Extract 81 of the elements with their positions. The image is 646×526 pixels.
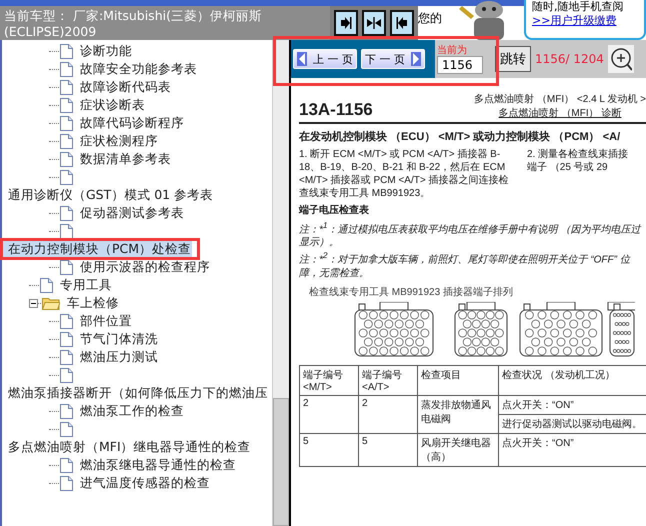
table-cell: 5 [300, 433, 358, 466]
document-icon [60, 98, 73, 112]
tree-item[interactable]: 促动器测试参考表 [79, 205, 185, 221]
arrow-to-bar-icon [396, 16, 408, 30]
car-model-label: 当前车型： 厂家:Mitsubishi(三菱）伊柯丽斯(ECLIPSE)2009 [0, 6, 330, 40]
tree-item[interactable]: 燃油泵插接器断开（如何降低压力下的燃油压 [2, 385, 269, 401]
upgrade-link[interactable]: >>用户升级缴费 [532, 14, 616, 28]
document-icon [60, 152, 73, 166]
tree-item[interactable]: 多点燃油喷射（MFI）继电器导通性的检查 [2, 439, 252, 455]
go-button[interactable]: 跳转 [495, 46, 531, 72]
column-header: 检查状况 （发动机工况） [498, 365, 646, 396]
document-icon [60, 350, 73, 364]
arrows-inward-icon [367, 16, 381, 30]
document-icon [60, 116, 73, 130]
document-icon [60, 404, 73, 418]
step-text: 1. 断开 ECM <M/T> 或 PCM <A/T> 插接器 B-18、B-19、B-20、B-21 和 B-22，然后在 ECM <M/T> 插接器或 PCM <A/T> 插接器之间连接检查线束专用工具 MB991923。 [299, 148, 510, 200]
tree-item[interactable]: 诊断功能 [79, 43, 133, 59]
tree-item[interactable]: 车上检修 [66, 295, 120, 311]
collapse-icon[interactable] [29, 298, 38, 308]
right-arrow-icon [411, 52, 421, 66]
page-number-field[interactable]: 1156 [437, 56, 483, 74]
subsection-title: 多点燃油喷射 （MFI） 诊断 [498, 106, 622, 120]
document-icon [60, 332, 73, 346]
section-title: 多点燃油喷射 （MFI） <2.4 L 发动机 > [474, 92, 646, 106]
column-header: 检查项目 [418, 365, 498, 396]
document-icon [60, 206, 73, 220]
document-icon [60, 134, 73, 148]
table-title: 端子电压检查表 [299, 204, 370, 217]
layout-button[interactable] [334, 10, 358, 36]
scrollbar[interactable] [272, 40, 289, 526]
tree-item[interactable]: 故障诊断代码表 [79, 79, 172, 95]
layout-button[interactable] [362, 10, 386, 36]
procedure-heading: 在发动机控制模块 （ECU） <M/T> 或动力控制模块 （PCM） <A/ [299, 130, 622, 144]
tree-item[interactable]: 症状检测程序 [79, 133, 159, 149]
layout-button[interactable] [390, 10, 414, 36]
tree-item[interactable]: 专用工具 [59, 277, 113, 293]
column-header: 端子编号 <M/T> [300, 365, 358, 396]
document-icon [60, 80, 73, 94]
page-number-title: 13A-1156 [299, 100, 373, 120]
document-icon [60, 314, 73, 328]
step-text: 端子 （25 号或 29 [527, 161, 609, 174]
document-icon [40, 278, 53, 292]
step-text: 2. 测量各检查线束插接 [527, 148, 630, 161]
tree-item[interactable]: 节气门体清洗 [79, 331, 159, 347]
tree-item[interactable]: 使用示波器的检查程序 [79, 259, 211, 275]
folder-icon [42, 296, 60, 310]
tree-item[interactable]: 进气温度传感器的检查 [79, 475, 211, 491]
tree-item[interactable]: 故障代码诊断程序 [79, 115, 185, 131]
table-cell: 蒸发排放物通风电磁阀 [418, 395, 498, 434]
figure-caption: 检查线束专用工具 MB991923 插接器端子排列 [309, 286, 514, 299]
document-icon [60, 458, 73, 472]
document-icon [60, 62, 73, 76]
document-icon [60, 44, 73, 58]
note-text: 显示）。 [299, 236, 340, 250]
tree-item[interactable]: 数据清单参考表 [79, 151, 172, 167]
previous-page-button[interactable]: 上 一 页 [293, 49, 357, 69]
tree-item[interactable]: 通用诊断仪（GST）模式 01 参考表 [2, 187, 214, 203]
table-cell: 风扇开关继电器（高） [418, 433, 498, 466]
tree-item[interactable]: 症状诊断表 [79, 97, 146, 113]
note-text: 障，无需检查。 [299, 266, 370, 280]
note-text: 注：*$^{1}$：通过模拟电压表获取平均电压在维修手册中有说明 （因为平均电压过 [299, 219, 642, 236]
left-arrow-icon [297, 52, 307, 66]
tree-item[interactable]: 部件位置 [79, 313, 133, 329]
tree-item[interactable]: 故障安全功能参考表 [79, 61, 198, 77]
tree-item[interactable]: 燃油泵继电器导通性的检查 [79, 457, 237, 473]
tree-item[interactable]: 在动力控制模块（PCM）处检查 [2, 241, 192, 257]
note-text: 注：*$^{2}$：对于加拿大版车辆，前照灯、尾灯等即使在照明开关位于 “OFF” 位 [299, 249, 632, 267]
table-cell: 2 [300, 395, 358, 434]
tree-item[interactable]: 燃油泵工作的检查 [79, 403, 185, 419]
table-cell: 2 [358, 395, 418, 434]
page-position-text: 1156/ 1204 [535, 52, 604, 66]
document-icon [60, 260, 73, 274]
arrow-to-bar-icon [340, 16, 352, 30]
current-page-label: 当前为 [437, 44, 468, 56]
table-cell: 5 [358, 433, 418, 466]
document-icon [60, 476, 73, 490]
zoom-in-icon[interactable] [610, 47, 632, 71]
tree-item[interactable]: 燃油压力测试 [79, 349, 159, 365]
ad-text: 随时,随地手机查阅 [532, 0, 624, 14]
next-page-button[interactable]: 下 一 页 [361, 49, 425, 69]
column-header: 端子编号 <A/T> [358, 365, 418, 396]
